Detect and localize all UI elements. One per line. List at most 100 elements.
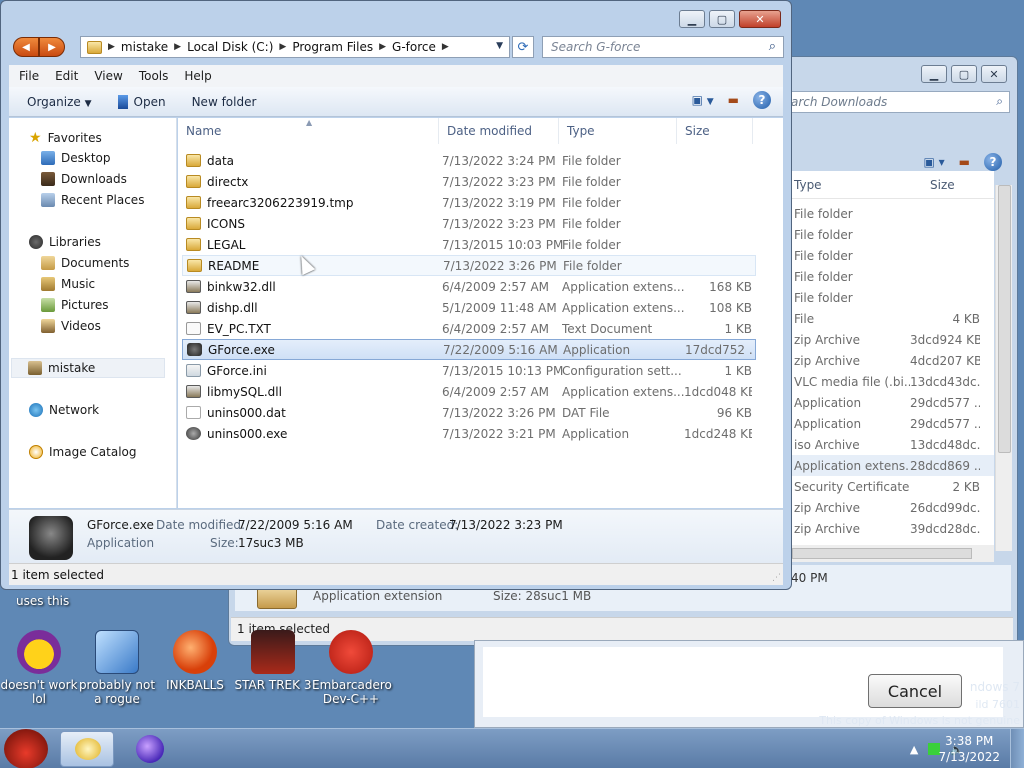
nav-libraries[interactable]: Libraries xyxy=(29,235,101,249)
table-row[interactable]: unins000.exe 7/13/2022 3:21 PM Application… xyxy=(182,423,756,444)
view-options-icon[interactable]: ▣ ▾ xyxy=(923,155,944,169)
maximize-button[interactable]: ▢ xyxy=(951,65,977,83)
nav-videos[interactable]: Videos xyxy=(41,319,101,333)
address-dropdown-icon[interactable]: ▼ xyxy=(496,41,503,51)
new-folder-button[interactable]: New folder xyxy=(192,95,257,109)
list-item[interactable]: zip Archive 4dcd207 KB xyxy=(792,350,994,371)
column-size[interactable]: Size xyxy=(910,178,980,192)
list-item[interactable]: zip Archive 39dcd28dc... xyxy=(792,518,994,539)
list-item[interactable]: File folder xyxy=(792,203,994,224)
table-row[interactable]: LEGAL 7/13/2015 10:03 PM File folder xyxy=(182,234,756,255)
search-icon[interactable]: ⌕ xyxy=(769,39,776,54)
table-row[interactable]: dishp.dll 5/1/2009 11:48 AM Application ex… xyxy=(182,297,756,318)
maximize-button[interactable]: ▢ xyxy=(709,10,735,28)
list-item[interactable]: iso Archive 13dcd48dc... xyxy=(792,434,994,455)
menu-edit[interactable]: Edit xyxy=(55,69,78,83)
breadcrumb-local-disk[interactable]: Local Disk (C:) xyxy=(187,40,273,54)
background-horizontal-scrollbar[interactable] xyxy=(792,545,994,562)
clock[interactable]: 3:38 PM 7/13/2022 xyxy=(938,733,1000,765)
list-item[interactable]: zip Archive 3dcd924 KB xyxy=(792,329,994,350)
list-item[interactable]: File folder xyxy=(792,287,994,308)
resize-grip-icon[interactable]: ⋰ xyxy=(772,573,781,583)
preview-pane-icon[interactable]: ▬ xyxy=(728,93,739,107)
desktop-shortcut-gear-app[interactable]: probably not a rogue xyxy=(78,630,156,706)
start-button[interactable] xyxy=(4,729,48,768)
list-item[interactable]: File folder xyxy=(792,245,994,266)
desktop-shortcut-inkballs[interactable]: INKBALLS xyxy=(156,630,234,692)
nav-image-catalog[interactable]: Image Catalog xyxy=(29,445,136,459)
taskbar-firefox-button[interactable] xyxy=(124,731,178,767)
menu-tools[interactable]: Tools xyxy=(139,69,169,83)
show-hidden-icons-icon[interactable]: ▲ xyxy=(910,743,918,756)
cancel-button[interactable]: Cancel xyxy=(868,674,962,708)
open-button[interactable]: Open xyxy=(117,94,166,109)
change-view-icon[interactable]: ▣ ▼ xyxy=(692,93,714,107)
breadcrumb-g-force[interactable]: G-force xyxy=(392,40,436,54)
list-item[interactable]: Application extens... 28dcd869 ... xyxy=(792,455,994,476)
background-vertical-scrollbar[interactable] xyxy=(995,185,1012,551)
forward-button[interactable]: ▶ xyxy=(39,37,65,57)
table-row[interactable]: GForce.ini 7/13/2015 10:13 PM Configuratio… xyxy=(182,360,756,381)
list-item[interactable]: File 4 KB xyxy=(792,308,994,329)
breadcrumb-program-files[interactable]: Program Files xyxy=(292,40,373,54)
column-size[interactable]: Size xyxy=(677,118,753,144)
list-item[interactable]: zip Archive 26dcd99dc... xyxy=(792,497,994,518)
list-item[interactable]: Application 29dcd577 ... xyxy=(792,392,994,413)
table-row[interactable]: freearc3206223919.tmp 7/13/2022 3:19 PM Fi… xyxy=(182,192,756,213)
desktop-shortcut-yahoo[interactable]: doesn't work lol xyxy=(0,630,78,706)
minimize-button[interactable]: ▁ xyxy=(921,65,947,83)
column-type[interactable]: Type xyxy=(559,118,677,144)
menu-view[interactable]: View xyxy=(94,69,122,83)
table-row[interactable]: data 7/13/2022 3:24 PM File folder xyxy=(182,150,756,171)
address-bar[interactable]: ▶ mistake ▶ Local Disk (C:) ▶ Program Fi… xyxy=(80,36,510,58)
column-date-modified[interactable]: Date modified xyxy=(439,118,559,144)
list-item[interactable]: Application 29dcd577 ... xyxy=(792,413,994,434)
list-item[interactable]: File folder xyxy=(792,266,994,287)
nav-recent-places[interactable]: Recent Places xyxy=(41,193,144,207)
table-row[interactable]: EV_PC.TXT 6/4/2009 2:57 AM Text Document 1 … xyxy=(182,318,756,339)
back-button[interactable]: ◀ xyxy=(13,37,39,57)
background-search-input[interactable]: arch Downloads ⌕ xyxy=(784,91,1010,113)
breadcrumb-separator-icon[interactable]: ▶ xyxy=(442,42,449,52)
organize-button[interactable]: Organize ▼ xyxy=(27,95,92,109)
nav-pictures[interactable]: Pictures xyxy=(41,298,109,312)
search-icon[interactable]: ⌕ xyxy=(996,94,1003,109)
list-item[interactable]: File folder xyxy=(792,224,994,245)
table-row[interactable]: ICONS 7/13/2022 3:23 PM File folder xyxy=(182,213,756,234)
breadcrumb-separator-icon[interactable]: ▶ xyxy=(108,42,115,52)
desktop-shortcut-star-trek[interactable]: STAR TREK 3 xyxy=(234,630,312,692)
desktop-shortcut-dev-cpp[interactable]: Embarcadero Dev-C++ xyxy=(312,630,392,706)
help-icon[interactable]: ? xyxy=(984,153,1002,171)
table-row[interactable]: libmySQL.dll 6/4/2009 2:57 AM Application … xyxy=(182,381,756,402)
menu-help[interactable]: Help xyxy=(184,69,211,83)
table-row[interactable]: GForce.exe 7/22/2009 5:16 AM Application 17… xyxy=(182,339,756,360)
taskbar-explorer-button[interactable] xyxy=(60,731,114,767)
nav-favorites[interactable]: ★ Favorites xyxy=(29,130,102,146)
nav-documents[interactable]: Documents xyxy=(41,256,129,270)
help-icon[interactable]: ? xyxy=(753,91,771,109)
list-item[interactable]: VLC media file (.bi...13dcd43dc... xyxy=(792,371,994,392)
breadcrumb-user[interactable]: mistake xyxy=(121,40,168,54)
table-row[interactable]: binkw32.dll 6/4/2009 2:57 AM Application e… xyxy=(182,276,756,297)
explorer-window[interactable]: ▁ ▢ ✕ ◀ ▶ ▶ mistake ▶ Local Disk (C:) ▶ … xyxy=(0,0,792,590)
close-button[interactable]: ✕ xyxy=(739,10,781,28)
table-row[interactable]: README 7/13/2022 3:26 PM File folder xyxy=(182,255,756,276)
table-row[interactable]: directx 7/13/2022 3:23 PM File folder xyxy=(182,171,756,192)
minimize-button[interactable]: ▁ xyxy=(679,10,705,28)
close-button[interactable]: ✕ xyxy=(981,65,1007,83)
menu-file[interactable]: File xyxy=(19,69,39,83)
table-row[interactable]: unins000.dat 7/13/2022 3:26 PM DAT File 96 … xyxy=(182,402,756,423)
search-input[interactable]: Search G-force ⌕ xyxy=(542,36,784,58)
nav-user-folder[interactable]: mistake xyxy=(11,358,165,378)
breadcrumb-separator-icon[interactable]: ▶ xyxy=(279,42,286,52)
breadcrumb-separator-icon[interactable]: ▶ xyxy=(379,42,386,52)
nav-downloads[interactable]: Downloads xyxy=(41,172,127,186)
nav-music[interactable]: Music xyxy=(41,277,95,291)
column-name[interactable]: Name xyxy=(178,118,439,144)
nav-desktop[interactable]: Desktop xyxy=(41,151,111,165)
column-type[interactable]: Type xyxy=(792,178,910,192)
refresh-button[interactable]: ⟳ xyxy=(512,36,534,58)
nav-network[interactable]: Network xyxy=(29,403,99,417)
show-desktop-button[interactable] xyxy=(1010,729,1024,768)
breadcrumb-separator-icon[interactable]: ▶ xyxy=(174,42,181,52)
